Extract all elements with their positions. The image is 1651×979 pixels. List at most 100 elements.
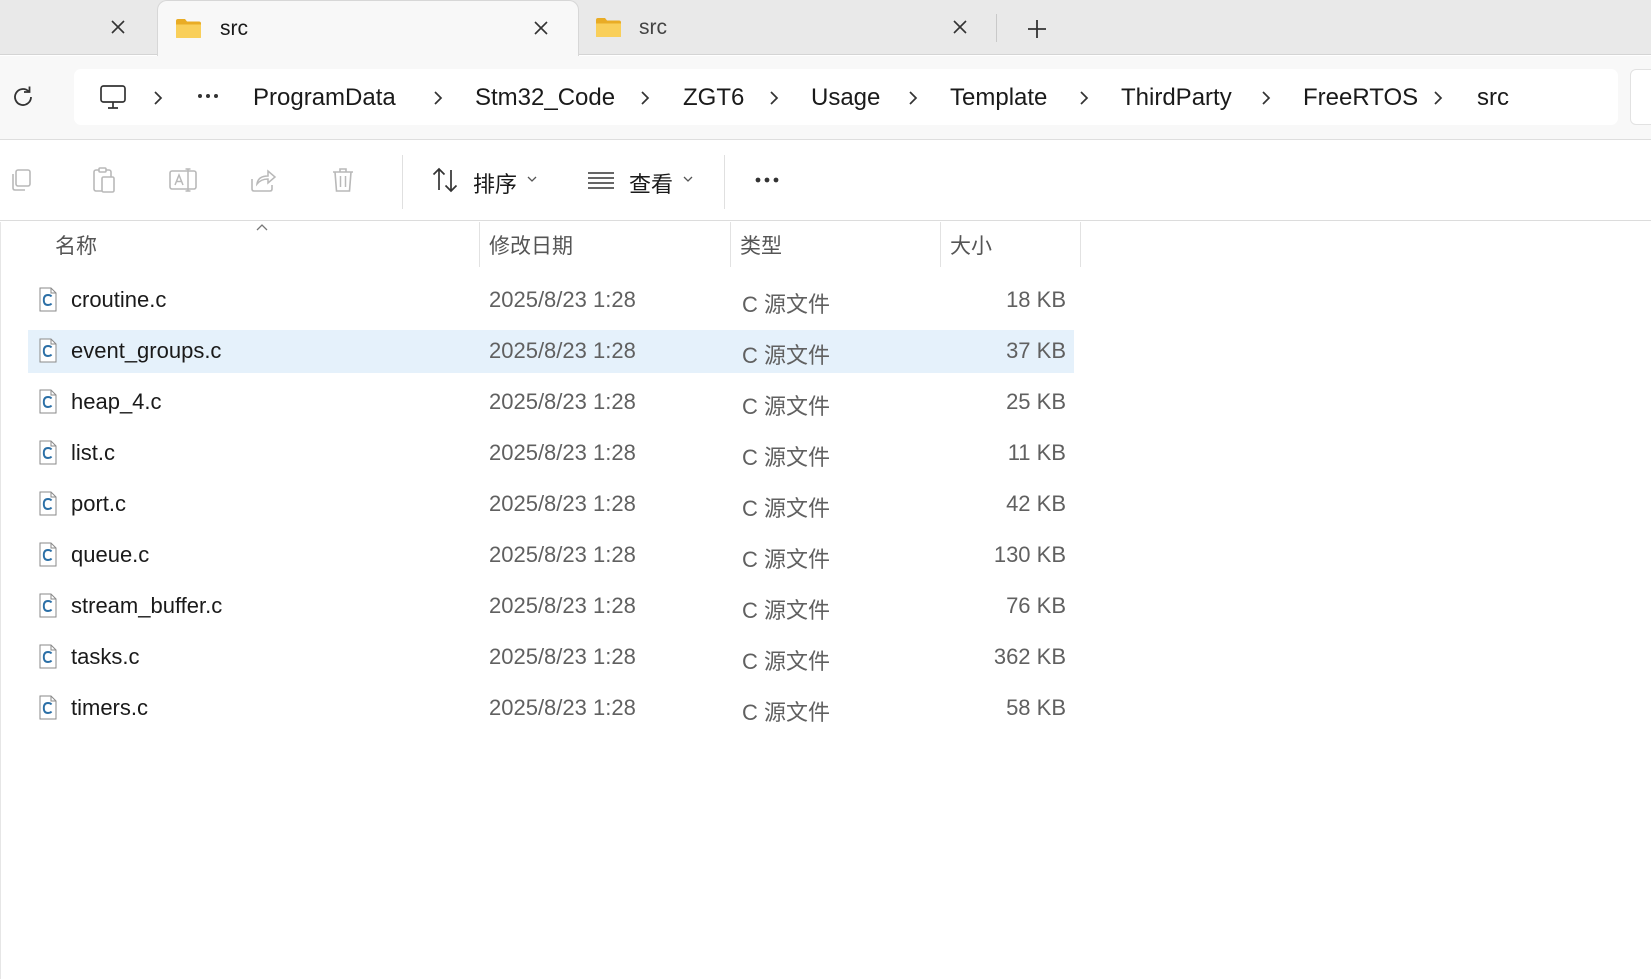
breadcrumb-item[interactable]: src — [1477, 84, 1509, 112]
file-size: 130 KB — [993, 542, 1066, 567]
chevron-right-icon[interactable] — [638, 88, 652, 108]
file-name: queue.c — [71, 542, 150, 567]
search-box[interactable] — [1630, 69, 1651, 125]
file-type: C 源文件 — [742, 598, 831, 623]
tab-inactive[interactable]: src — [580, 0, 1000, 55]
chevron-down-icon — [683, 176, 693, 182]
file-size: 25 KB — [1006, 389, 1066, 414]
breadcrumb-item[interactable]: ThirdParty — [1121, 84, 1232, 112]
chevron-right-icon[interactable] — [1431, 88, 1445, 108]
chevron-down-icon — [527, 176, 537, 182]
chevron-right-icon[interactable] — [151, 88, 165, 108]
computer-icon[interactable] — [98, 82, 128, 112]
rename-icon[interactable] — [168, 165, 198, 195]
delete-icon[interactable] — [328, 165, 358, 195]
c-source-file-icon — [39, 593, 57, 618]
file-size: 37 KB — [1006, 338, 1066, 363]
column-divider[interactable] — [730, 222, 731, 267]
paste-icon[interactable] — [89, 165, 119, 195]
toolbar-divider — [402, 155, 403, 209]
file-size: 42 KB — [1006, 491, 1066, 516]
file-row[interactable]: croutine.c 2025/8/23 1:28 C 源文件 18 KB — [28, 279, 1074, 322]
column-header-size[interactable]: 大小 — [950, 230, 992, 260]
file-type: C 源文件 — [742, 292, 831, 317]
column-header-date[interactable]: 修改日期 — [489, 230, 573, 260]
toolbar-divider — [724, 155, 725, 209]
c-source-file-icon — [39, 287, 57, 312]
file-name: heap_4.c — [71, 389, 162, 414]
chevron-right-icon[interactable] — [431, 88, 445, 108]
close-tab-icon[interactable] — [530, 17, 552, 39]
view-label: 查看 — [629, 172, 674, 197]
file-name: croutine.c — [71, 287, 167, 312]
sort-icon — [432, 167, 458, 193]
folder-icon — [596, 18, 621, 37]
share-icon[interactable] — [248, 165, 278, 195]
more-icon[interactable] — [196, 86, 220, 106]
breadcrumb-item[interactable]: Stm32_Code — [475, 84, 615, 112]
column-header-name[interactable]: 名称 — [55, 230, 97, 260]
file-name: event_groups.c — [71, 338, 222, 363]
column-divider[interactable] — [479, 222, 480, 267]
file-type: C 源文件 — [742, 394, 831, 419]
file-row[interactable]: list.c 2025/8/23 1:28 C 源文件 11 KB — [28, 432, 1074, 475]
c-source-file-icon — [39, 542, 57, 567]
breadcrumb-item[interactable]: ProgramData — [253, 84, 396, 112]
file-row[interactable]: queue.c 2025/8/23 1:28 C 源文件 130 KB — [28, 534, 1074, 577]
file-row[interactable]: tasks.c 2025/8/23 1:28 C 源文件 362 KB — [28, 636, 1074, 679]
file-date: 2025/8/23 1:28 — [489, 593, 636, 618]
file-type: C 源文件 — [742, 343, 831, 368]
copy-icon[interactable] — [6, 165, 36, 195]
sort-button[interactable]: 排序 — [430, 159, 542, 201]
file-size: 18 KB — [1006, 287, 1066, 312]
file-date: 2025/8/23 1:28 — [489, 440, 636, 465]
new-tab-icon[interactable] — [1024, 16, 1050, 42]
c-source-file-icon — [39, 491, 57, 516]
file-date: 2025/8/23 1:28 — [489, 491, 636, 516]
folder-icon — [176, 19, 201, 38]
chevron-right-icon[interactable] — [1259, 88, 1273, 108]
refresh-icon[interactable] — [9, 83, 37, 111]
address-bar[interactable]: ProgramData Stm32_Code ZGT6 Usage Templa… — [74, 69, 1618, 125]
close-tab-icon[interactable] — [107, 16, 129, 38]
file-date: 2025/8/23 1:28 — [489, 389, 636, 414]
breadcrumb-item[interactable]: ZGT6 — [683, 84, 744, 112]
file-name: list.c — [71, 440, 115, 465]
view-button[interactable]: 查看 — [586, 159, 698, 201]
c-source-file-icon — [39, 695, 57, 720]
file-date: 2025/8/23 1:28 — [489, 287, 636, 312]
c-source-file-icon — [39, 644, 57, 669]
file-row[interactable]: stream_buffer.c 2025/8/23 1:28 C 源文件 76 KB — [28, 585, 1074, 628]
column-divider[interactable] — [1080, 222, 1081, 267]
view-icon — [588, 172, 614, 189]
command-bar: 排序 查看 — [0, 141, 1651, 221]
chevron-right-icon[interactable] — [906, 88, 920, 108]
tab-active[interactable]: src — [157, 0, 579, 56]
close-tab-icon[interactable] — [949, 16, 971, 38]
breadcrumb-item[interactable]: FreeRTOS — [1303, 84, 1418, 112]
file-row[interactable]: heap_4.c 2025/8/23 1:28 C 源文件 25 KB — [28, 381, 1074, 424]
file-size: 11 KB — [1007, 440, 1066, 465]
file-type: C 源文件 — [742, 547, 831, 572]
tab-partial[interactable] — [0, 0, 155, 55]
more-options-icon[interactable] — [752, 165, 782, 195]
c-source-file-icon — [39, 440, 57, 465]
file-size: 76 KB — [1006, 593, 1066, 618]
sort-label: 排序 — [473, 172, 518, 197]
file-type: C 源文件 — [742, 700, 831, 725]
file-row[interactable]: timers.c 2025/8/23 1:28 C 源文件 58 KB — [28, 687, 1074, 730]
chevron-right-icon[interactable] — [1077, 88, 1091, 108]
navigation-bar: ProgramData Stm32_Code ZGT6 Usage Templa… — [0, 56, 1651, 140]
tab-strip: src src — [0, 0, 1651, 56]
file-name: port.c — [71, 491, 127, 516]
breadcrumb-item[interactable]: Usage — [811, 84, 880, 112]
column-divider[interactable] — [940, 222, 941, 267]
file-name: tasks.c — [71, 644, 140, 669]
file-row[interactable]: port.c 2025/8/23 1:28 C 源文件 42 KB — [28, 483, 1074, 526]
file-row[interactable]: event_groups.c 2025/8/23 1:28 C 源文件 37 KB — [28, 330, 1074, 373]
breadcrumb-item[interactable]: Template — [950, 84, 1047, 112]
column-header-type[interactable]: 类型 — [740, 230, 782, 260]
sort-ascending-icon — [256, 224, 268, 231]
file-list: 名称 修改日期 类型 大小 croutine.c 2025/8/23 1:28 C … — [0, 222, 1651, 979]
chevron-right-icon[interactable] — [767, 88, 781, 108]
